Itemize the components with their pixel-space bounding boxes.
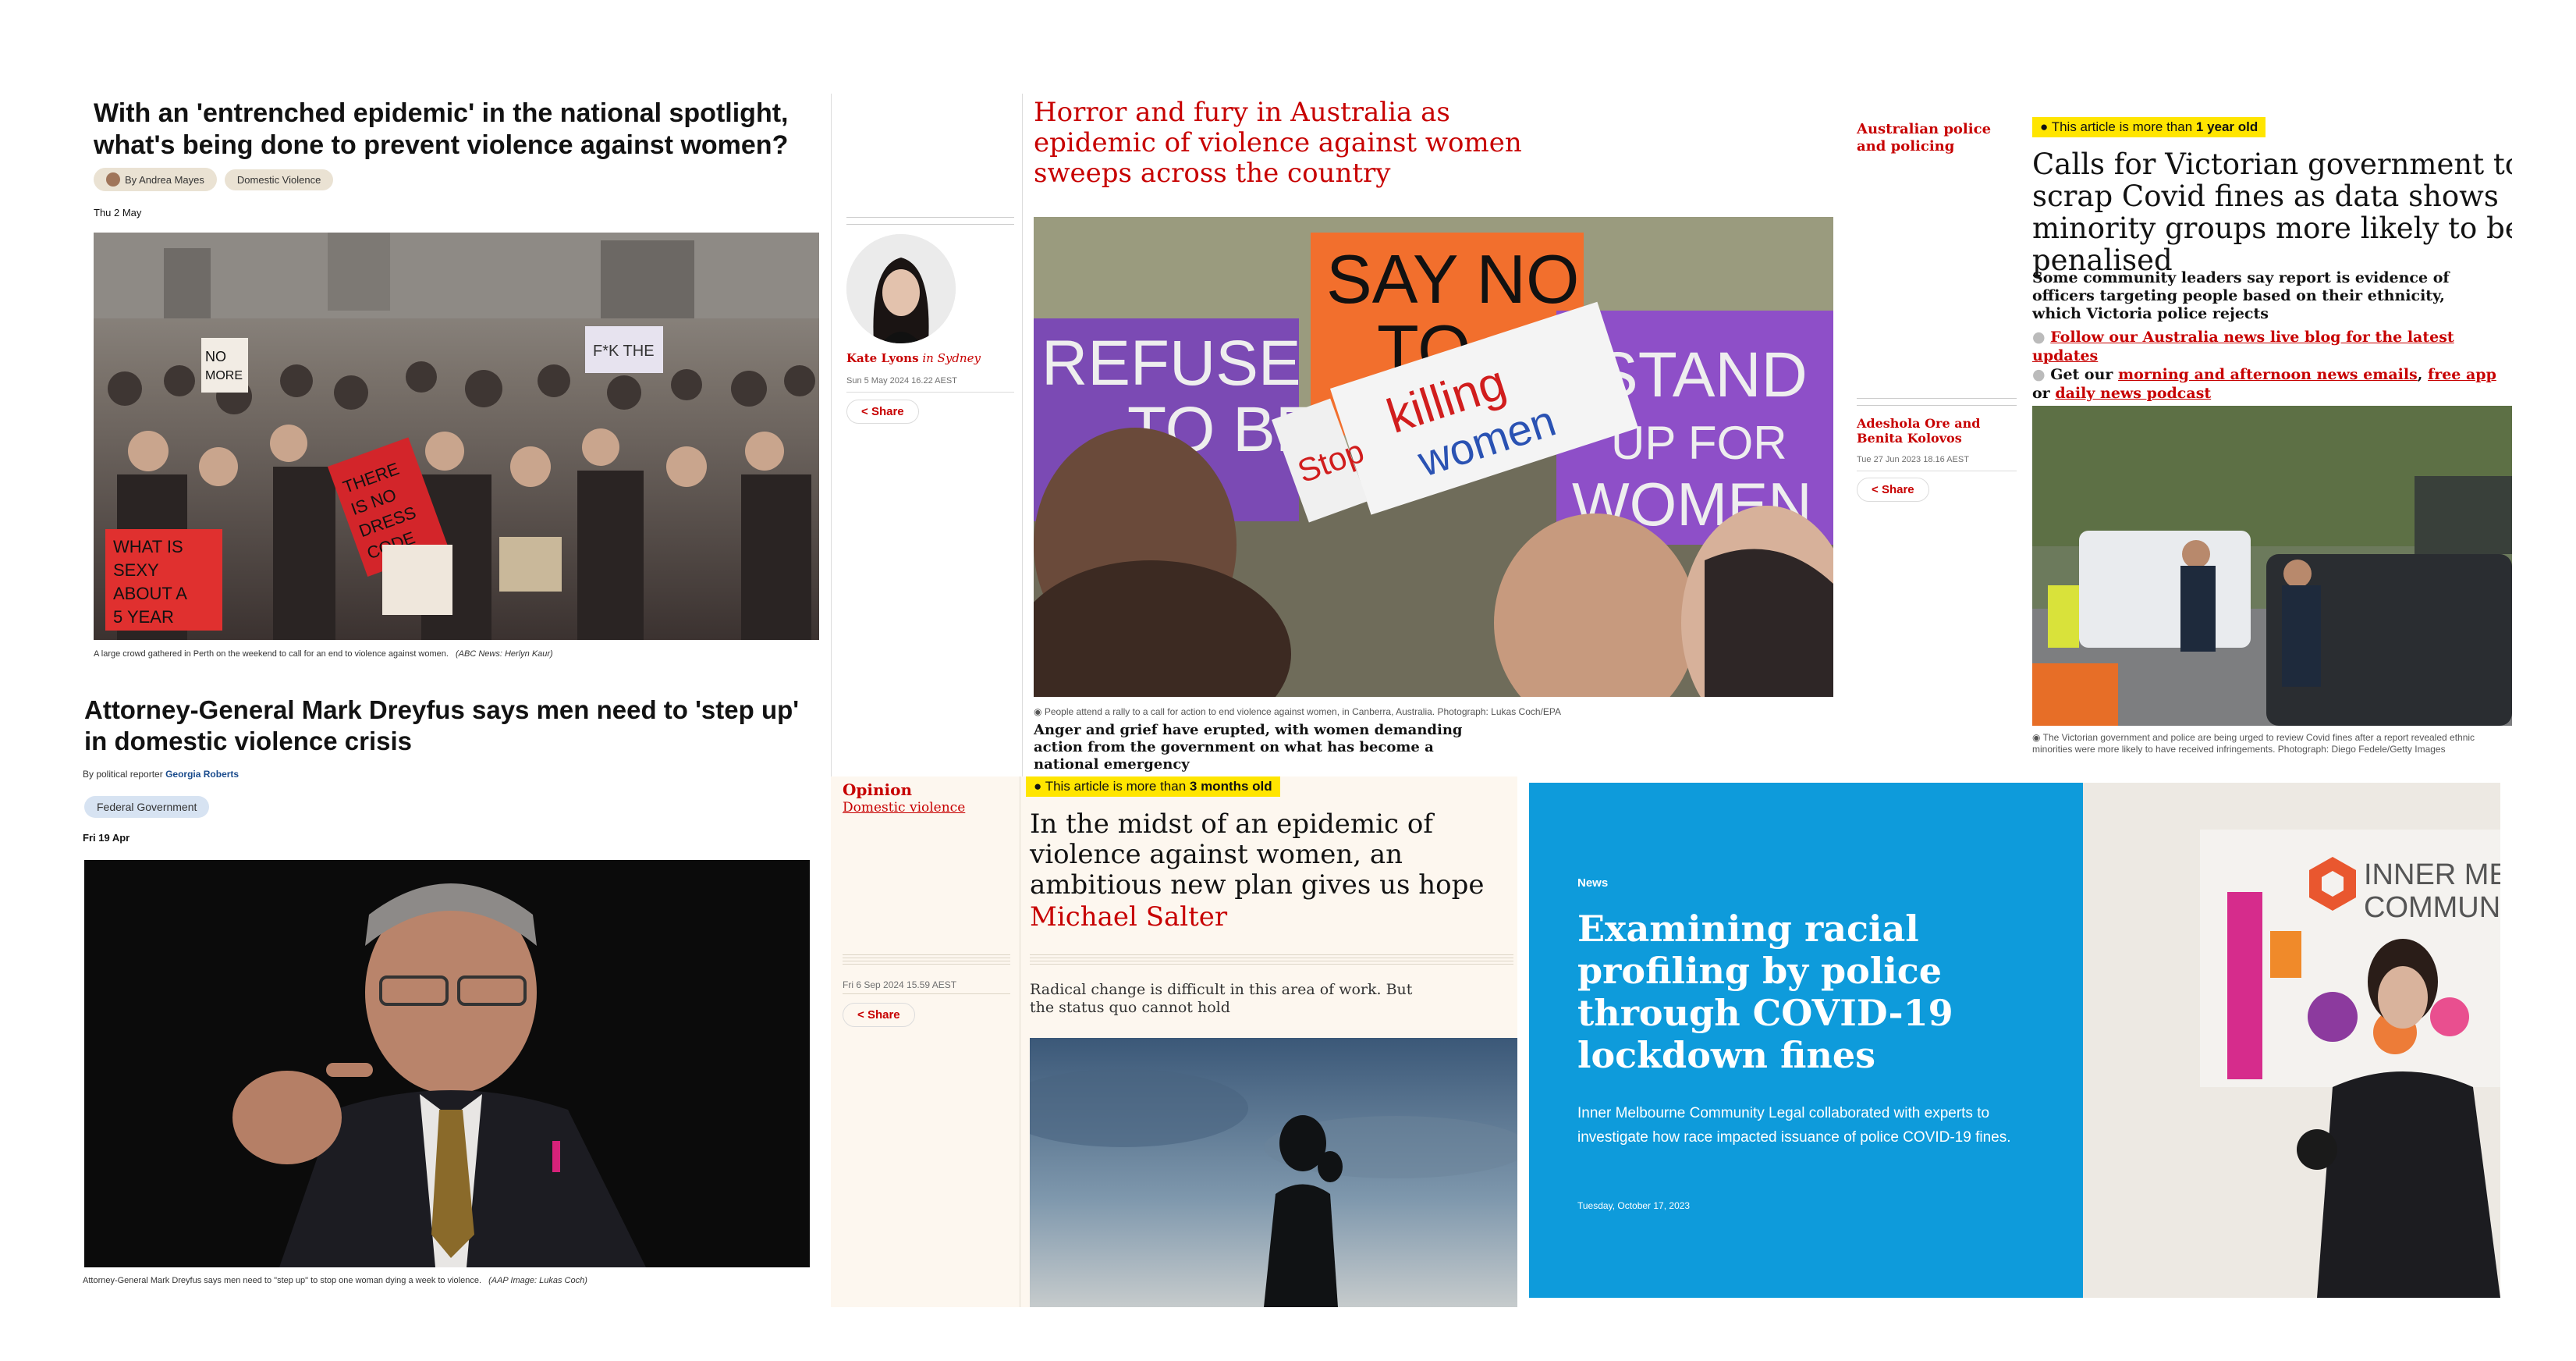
share-icon: < bbox=[857, 1008, 864, 1022]
article-date: Tue 27 Jun 2023 18.16 AEST bbox=[1857, 455, 1969, 464]
svg-text:UP FOR: UP FOR bbox=[1611, 417, 1787, 469]
bullet-comma: , bbox=[2417, 366, 2423, 383]
card-date: Tuesday, October 17, 2023 bbox=[1577, 1200, 1691, 1211]
standfirst: Anger and grief have erupted, with women… bbox=[1034, 722, 1463, 773]
imcl-news-card[interactable]: News Examining racial profiling by polic… bbox=[1529, 783, 2083, 1298]
byline-author-link[interactable]: Georgia Roberts bbox=[165, 769, 239, 780]
article-headline[interactable]: Calls for Victorian government to scrap … bbox=[2032, 148, 2512, 276]
live-blog-link[interactable]: Follow our Australia news live blog for … bbox=[2032, 329, 2454, 364]
author-avatar bbox=[846, 234, 956, 343]
domestic-violence-link[interactable]: Domestic violence bbox=[843, 800, 965, 816]
age-dot-icon: ● bbox=[2040, 119, 2049, 134]
divider-lines bbox=[1030, 954, 1513, 965]
svg-text:SEXY: SEXY bbox=[113, 560, 159, 580]
standfirst: Radical change is difficult in this area… bbox=[1030, 981, 1413, 1016]
guardian-article-covid-fines: Australian police and policing ● This ar… bbox=[1841, 109, 2512, 788]
article-headline[interactable]: With an 'entrenched epidemic' in the nat… bbox=[94, 98, 819, 162]
author-name-link[interactable]: Kate Lyons bbox=[846, 351, 919, 365]
banner-text: INNER ME bbox=[2364, 858, 2500, 891]
standfirst: Some community leaders say report is evi… bbox=[2032, 269, 2450, 322]
imcl-photo: INNER ME COMMUNI bbox=[2083, 783, 2500, 1298]
section-kicker[interactable]: Australian police and policing bbox=[1857, 121, 2021, 155]
dreyfus-photo bbox=[84, 860, 810, 1267]
bullet-text: Get our bbox=[2050, 366, 2113, 383]
share-icon: < bbox=[861, 405, 868, 418]
share-label: Share bbox=[1881, 483, 1914, 496]
article-headline[interactable]: Attorney-General Mark Dreyfus says men n… bbox=[84, 695, 818, 757]
author-location: in Sydney bbox=[922, 351, 981, 365]
article-date: Fri 6 Sep 2024 15.59 AEST bbox=[843, 979, 957, 990]
police-checkpoint-photo bbox=[2032, 406, 2512, 726]
article-age-badge: ● This article is more than 3 months old bbox=[1026, 776, 1280, 797]
svg-text:F*K THE: F*K THE bbox=[593, 343, 655, 360]
podcast-link[interactable]: daily news podcast bbox=[2055, 385, 2211, 402]
article-date: Sun 5 May 2024 16.22 AEST bbox=[846, 376, 957, 386]
share-button[interactable]: < Share bbox=[1857, 478, 1929, 502]
article-headline[interactable]: In the midst of an epidemic of violence … bbox=[1030, 809, 1513, 901]
svg-text:5 YEAR: 5 YEAR bbox=[113, 607, 174, 627]
bullet-live-blog: ● Follow our Australia news live blog fo… bbox=[2032, 329, 2454, 364]
svg-text:ABOUT A: ABOUT A bbox=[113, 584, 187, 603]
card-headline[interactable]: Examining racial profiling by police thr… bbox=[1577, 908, 1983, 1076]
camera-icon: ◉ bbox=[2032, 732, 2041, 743]
share-button[interactable]: < Share bbox=[846, 400, 919, 424]
photo-caption: The Victorian government and police are … bbox=[2032, 732, 2475, 755]
authors-link[interactable]: Adeshola Ore and Benita Kolovos bbox=[1857, 416, 2021, 446]
age-dot-icon: ● bbox=[1034, 779, 1042, 794]
age-value: 1 year old bbox=[2195, 119, 2258, 134]
camera-icon: ◉ bbox=[1034, 706, 1042, 717]
svg-text:MORE: MORE bbox=[205, 369, 243, 382]
age-prefix: This article is more than bbox=[2051, 119, 2193, 134]
share-label: Share bbox=[867, 1008, 900, 1022]
bullet-newsletters: ● Get our morning and afternoon news ema… bbox=[2032, 366, 2496, 402]
author-avatar bbox=[106, 172, 120, 187]
sign-no-more: NO bbox=[205, 349, 226, 364]
share-button[interactable]: < Share bbox=[843, 1003, 915, 1027]
rally-photo: NO MORE F*K THE THERE IS NO DRESS CODE W… bbox=[94, 233, 819, 640]
divider-lines bbox=[843, 954, 1010, 965]
opinion-section-link[interactable]: Opinion bbox=[843, 780, 912, 799]
byline-text: By Andrea Mayes bbox=[125, 173, 204, 186]
svg-text:REFUSE: REFUSE bbox=[1041, 328, 1301, 399]
canberra-rally-photo: REFUSE TO BE SAY NO TO STAND UP FOR WOME… bbox=[1034, 217, 1833, 697]
share-icon: < bbox=[1872, 483, 1879, 496]
card-summary: Inner Melbourne Community Legal collabor… bbox=[1577, 1105, 2011, 1146]
newsletter-link[interactable]: morning and afternoon news emails bbox=[2118, 366, 2418, 383]
guardian-article-horror-fury: Kate Lyons in Sydney Sun 5 May 2024 16.2… bbox=[831, 94, 1845, 780]
abc-article-dreyfus: Attorney-General Mark Dreyfus says men n… bbox=[78, 687, 827, 1303]
byline-prefix: By political reporter bbox=[83, 769, 163, 780]
byline-chip[interactable]: By Andrea Mayes bbox=[94, 168, 217, 191]
bullet-or: or bbox=[2032, 385, 2050, 402]
age-prefix: This article is more than bbox=[1045, 779, 1187, 794]
article-age-badge: ● This article is more than 1 year old bbox=[2032, 117, 2266, 137]
photo-caption: Attorney-General Mark Dreyfus says men n… bbox=[83, 1276, 482, 1285]
article-date: Thu 2 May bbox=[94, 207, 142, 219]
article-date: Fri 19 Apr bbox=[83, 832, 130, 844]
svg-text:COMMUNI: COMMUNI bbox=[2364, 891, 2500, 924]
opinion-author-link[interactable]: Michael Salter bbox=[1030, 901, 1227, 933]
news-label: News bbox=[1577, 876, 1609, 890]
photo-caption: A large crowd gathered in Perth on the w… bbox=[94, 649, 449, 659]
svg-text:WHAT IS: WHAT IS bbox=[113, 537, 183, 556]
guardian-opinion-article: Opinion Domestic violence ● This article… bbox=[831, 776, 1517, 1307]
abc-article-prevent-violence: With an 'entrenched epidemic' in the nat… bbox=[86, 94, 819, 671]
photo-caption: People attend a rally to a call for acti… bbox=[1044, 706, 1561, 717]
share-label: Share bbox=[871, 405, 904, 418]
tag-chip[interactable]: Domestic Violence bbox=[224, 169, 334, 190]
silhouette-photo bbox=[1030, 1038, 1517, 1307]
free-app-link[interactable]: free app bbox=[2428, 366, 2496, 383]
tag-chip[interactable]: Federal Government bbox=[84, 796, 210, 818]
svg-text:SAY NO: SAY NO bbox=[1326, 240, 1579, 318]
article-headline[interactable]: Horror and fury in Australia as epidemic… bbox=[1034, 98, 1580, 189]
age-value: 3 months old bbox=[1189, 779, 1272, 794]
photo-credit: (ABC News: Herlyn Kaur) bbox=[456, 649, 553, 659]
photo-credit: (AAP Image: Lukas Coch) bbox=[488, 1276, 587, 1285]
